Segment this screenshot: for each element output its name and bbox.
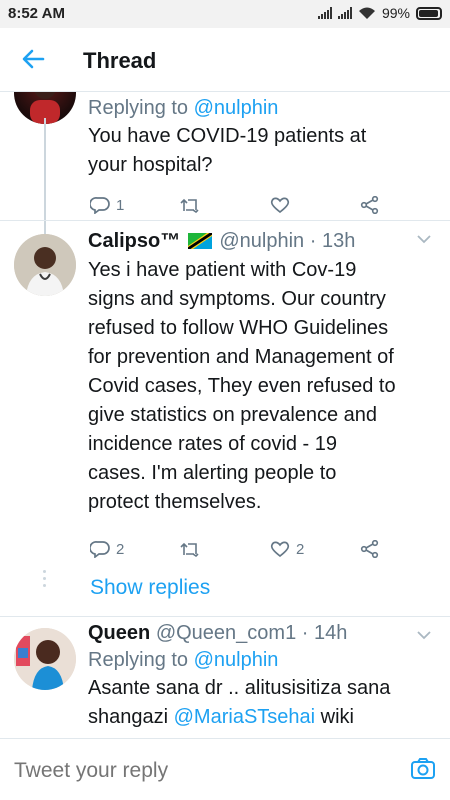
tweet-text: Yes i have patient with Cov-19 signs and… bbox=[88, 256, 438, 517]
mention-link[interactable]: @MariaSTsehai bbox=[174, 706, 315, 728]
replying-to: Replying to @nulphin bbox=[88, 94, 438, 122]
avatar-image bbox=[14, 628, 76, 690]
header: Thread bbox=[0, 28, 450, 92]
reply-composer bbox=[0, 738, 450, 800]
reply-count: 1 bbox=[116, 196, 125, 214]
display-name[interactable]: Queen bbox=[88, 622, 150, 644]
reply-button[interactable]: 2 bbox=[90, 540, 180, 558]
tanzania-flag-icon bbox=[187, 233, 212, 249]
tweet-text-line: Asante sana dr .. alitusisitiza sana bbox=[88, 677, 391, 699]
heart-icon bbox=[270, 541, 290, 558]
battery-percent: 99% bbox=[381, 5, 410, 21]
replying-to-link[interactable]: @nulphin bbox=[194, 649, 279, 671]
tweet-item[interactable]: Replying to @nulphin You have COVID-19 p… bbox=[0, 92, 450, 220]
tweet-header: Calipso™ @nulphin · 13h bbox=[88, 228, 438, 254]
show-replies-link[interactable]: Show replies bbox=[90, 576, 210, 600]
tweet-item[interactable]: Calipso™ @nulphin · 13h Yes i have patie… bbox=[0, 220, 450, 610]
tweet-text-line: Covid cases, They even refused to bbox=[88, 375, 396, 397]
tweet-text-line: incidence rates of covid - 19 bbox=[88, 433, 338, 455]
wifi-icon bbox=[358, 7, 375, 19]
tweet-text-span: shangazi bbox=[88, 706, 174, 728]
retweet-button[interactable] bbox=[180, 541, 270, 557]
tweet-text-line: for prevention and Management of bbox=[88, 346, 394, 368]
tweet-text: Asante sana dr .. alitusisitiza sana sha… bbox=[88, 674, 438, 732]
retweet-icon bbox=[180, 542, 199, 557]
avatar[interactable] bbox=[14, 234, 76, 296]
tweet-text-line: shangazi @MariaSTsehai wiki bbox=[88, 703, 438, 732]
avatar-image bbox=[14, 234, 76, 296]
heart-icon bbox=[270, 197, 290, 214]
replying-label: Replying to bbox=[88, 649, 194, 671]
tweet-text-line: Yes i have patient with Cov-19 bbox=[88, 259, 357, 281]
replying-to: Replying to @nulphin bbox=[88, 646, 438, 674]
reply-input[interactable] bbox=[14, 759, 374, 783]
like-button[interactable] bbox=[270, 196, 360, 214]
status-time: 8:52 AM bbox=[8, 5, 65, 22]
retweet-button[interactable] bbox=[180, 197, 270, 213]
reply-icon bbox=[90, 541, 110, 558]
signal-icon-2 bbox=[337, 7, 352, 19]
replying-label: Replying to bbox=[88, 97, 194, 119]
tweet-text: You have COVID-19 patients at your hospi… bbox=[88, 122, 438, 180]
tweet-text-line: signs and symptoms. Our country bbox=[88, 288, 386, 310]
tweet-text-line: your hospital? bbox=[88, 154, 213, 176]
camera-icon[interactable] bbox=[410, 757, 436, 781]
share-button[interactable] bbox=[360, 196, 450, 214]
tweet-body: Calipso™ @nulphin · 13h Yes i have patie… bbox=[88, 228, 438, 517]
retweet-icon bbox=[180, 198, 199, 213]
tweet-text-line: refused to follow WHO Guidelines bbox=[88, 317, 389, 339]
status-icons: 99% bbox=[317, 5, 442, 21]
status-bar: 8:52 AM 99% bbox=[0, 0, 450, 28]
thread-line bbox=[44, 118, 46, 236]
reply-icon bbox=[90, 197, 110, 214]
tweet-body: Queen @Queen_com1 · 14h Replying to @nul… bbox=[88, 620, 438, 732]
battery-icon bbox=[416, 6, 442, 20]
reply-count: 2 bbox=[116, 540, 125, 558]
tweet-header: Queen @Queen_com1 · 14h bbox=[88, 620, 438, 646]
avatar[interactable] bbox=[14, 628, 76, 690]
tweet-text-span: wiki bbox=[315, 706, 354, 728]
tweet-text-line: cases. I'm alerting people to bbox=[88, 462, 337, 484]
share-button[interactable] bbox=[360, 540, 450, 558]
tweet-text-line: protect themselves. bbox=[88, 491, 262, 513]
thread-content[interactable]: Replying to @nulphin You have COVID-19 p… bbox=[0, 92, 450, 738]
handle-time: @nulphin · 13h bbox=[219, 230, 356, 252]
like-button[interactable]: 2 bbox=[270, 540, 360, 558]
thread-dots bbox=[43, 570, 47, 591]
replying-to-link[interactable]: @nulphin bbox=[194, 97, 279, 119]
tweet-text-line: give statistics on prevalence and bbox=[88, 404, 378, 426]
arrow-left-icon[interactable] bbox=[18, 44, 48, 74]
display-name[interactable]: Calipso™ bbox=[88, 230, 180, 252]
tweet-item[interactable]: Queen @Queen_com1 · 14h Replying to @nul… bbox=[0, 616, 450, 738]
tweet-actions: 2 2 bbox=[90, 540, 450, 558]
tweet-text-line: You have COVID-19 patients at bbox=[88, 125, 367, 147]
like-count: 2 bbox=[296, 540, 305, 558]
signal-icon bbox=[317, 7, 332, 19]
share-icon bbox=[360, 540, 379, 558]
reply-button[interactable]: 1 bbox=[90, 196, 180, 214]
page-title: Thread bbox=[83, 48, 157, 73]
tweet-actions: 1 bbox=[90, 196, 450, 214]
share-icon bbox=[360, 196, 379, 214]
handle-time: @Queen_com1 · 14h bbox=[155, 622, 348, 644]
tweet-body: Replying to @nulphin You have COVID-19 p… bbox=[88, 94, 438, 180]
